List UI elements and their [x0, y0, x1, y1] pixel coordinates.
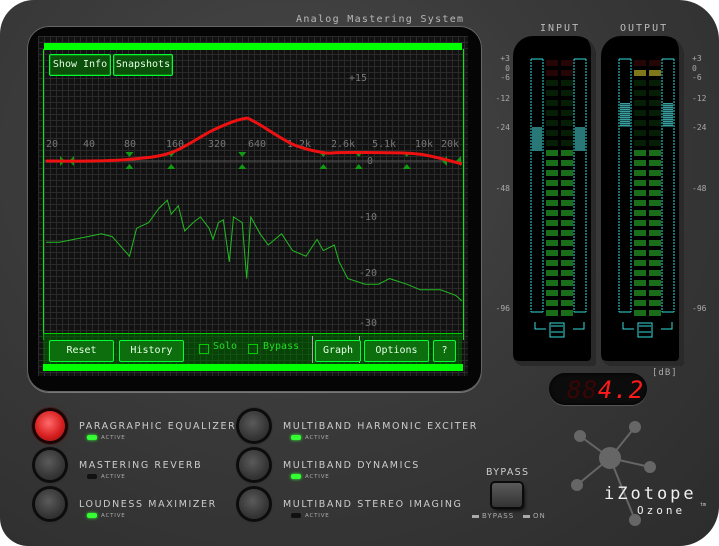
module-active-led[interactable]	[87, 513, 97, 518]
spectrum-line	[46, 199, 463, 302]
gain-readout-value: 4.2	[597, 376, 645, 404]
bypass-button[interactable]	[492, 483, 522, 507]
module-active-label: ACTIVE	[101, 513, 126, 519]
meter-scale-label: -24	[692, 123, 707, 132]
module-name: MULTIBAND STEREO IMAGING	[283, 499, 463, 510]
meter-scale-label: -24	[495, 123, 510, 132]
meter-scale-label: -12	[692, 94, 707, 103]
module-button-multiband-stereo-imaging[interactable]	[239, 489, 269, 519]
module-active-label: ACTIVE	[101, 474, 126, 480]
bypass-checkbox[interactable]	[248, 344, 258, 354]
trademark: tm	[700, 502, 707, 508]
module-active-led[interactable]	[87, 474, 97, 479]
eq-screen[interactable]: Show Info Snapshots +15 0 -10 -20 -30 20…	[38, 36, 468, 376]
meter-scale-label: -48	[495, 184, 510, 193]
input-meter-graphic	[530, 58, 587, 338]
meter-rail-cap	[662, 58, 674, 313]
meter-scale-label: -12	[495, 94, 510, 103]
help-button[interactable]: ?	[433, 340, 456, 362]
input-meter	[513, 36, 596, 366]
band-marker-freq-handle[interactable]	[238, 152, 247, 157]
meter-rail-cap	[619, 58, 631, 313]
meter-scale-label: 0	[692, 64, 697, 73]
module-active-label: ACTIVE	[101, 435, 126, 441]
meter-scale-label: -6	[500, 73, 510, 82]
solo-checkbox[interactable]	[199, 344, 209, 354]
module-active-label: ACTIVE	[305, 435, 330, 441]
meter-scale-label: -96	[692, 304, 707, 313]
meter-scale-label: -48	[692, 184, 707, 193]
meter-scale-label: +3	[500, 54, 510, 63]
lcd-ghost-digits: 88	[567, 376, 598, 404]
tagline: Analog Mastering System	[296, 14, 465, 25]
meter-scale-label: +3	[692, 54, 702, 63]
output-meter-label: OUTPUT	[620, 23, 669, 34]
module-active-label: ACTIVE	[305, 474, 330, 480]
output-meter-graphic	[618, 58, 675, 338]
history-button[interactable]: History	[119, 340, 184, 362]
meter-scale-label: -6	[692, 73, 702, 82]
product-name: Ozone	[637, 504, 686, 517]
band-marker-gain-handle[interactable]	[167, 164, 176, 169]
bypass-indicator-icon	[472, 515, 479, 518]
module-name: LOUDNESS MAXIMIZER	[79, 499, 217, 510]
bypass-label: Bypass	[263, 341, 300, 352]
meter-link-icon[interactable]	[622, 322, 673, 338]
bypass-option-bypass: BYPASS	[482, 512, 515, 520]
band-marker-freq-handle[interactable]	[125, 152, 134, 157]
module-active-led[interactable]	[291, 474, 301, 479]
meter-link-icon[interactable]	[534, 322, 585, 338]
meter-scale-label: 0	[505, 64, 510, 73]
reset-button[interactable]: Reset	[49, 340, 114, 362]
module-button-multiband-dynamics[interactable]	[239, 450, 269, 480]
options-button[interactable]: Options	[364, 340, 429, 362]
band-marker-gain-handle[interactable]	[125, 164, 134, 169]
module-button-multiband-harmonic-exciter[interactable]	[239, 411, 269, 441]
meter-rail-cap	[531, 58, 543, 313]
module-active-led[interactable]	[291, 513, 301, 518]
module-active-led[interactable]	[291, 435, 301, 440]
band-marker-gain-handle[interactable]	[354, 164, 363, 169]
eq-plot[interactable]	[38, 36, 468, 376]
readout-unit: [dB]	[652, 368, 678, 378]
module-name: PARAGRAPHIC EQUALIZER	[79, 421, 237, 432]
output-meter	[601, 36, 684, 366]
band-marker-gain-handle[interactable]	[402, 164, 411, 169]
module-active-label: ACTIVE	[305, 513, 330, 519]
bypass-title: BYPASS	[486, 467, 530, 478]
module-name: MULTIBAND HARMONIC EXCITER	[283, 421, 478, 432]
module-button-paragraphic-equalizer[interactable]	[35, 411, 65, 441]
module-name: MASTERING REVERB	[79, 460, 203, 471]
module-button-loudness-maximizer[interactable]	[35, 489, 65, 519]
graph-button[interactable]: Graph	[315, 340, 361, 362]
bypass-option-on: ON	[533, 512, 546, 520]
meter-scale-label: -96	[495, 304, 510, 313]
module-button-mastering-reverb[interactable]	[35, 450, 65, 480]
screen-bottom-strip	[43, 364, 463, 371]
module-active-led[interactable]	[87, 435, 97, 440]
band-marker-gain-handle[interactable]	[238, 164, 247, 169]
module-name: MULTIBAND DYNAMICS	[283, 460, 420, 471]
gain-readout-display: 884.2	[549, 373, 647, 405]
band-marker-gain-handle[interactable]	[319, 164, 328, 169]
on-indicator-icon	[523, 515, 530, 518]
meter-rail-cap	[574, 58, 586, 313]
brand-name: iZotope	[604, 484, 697, 504]
input-meter-label: INPUT	[540, 23, 581, 34]
eq-curve-line[interactable]	[45, 116, 463, 166]
solo-label: Solo	[213, 341, 238, 352]
